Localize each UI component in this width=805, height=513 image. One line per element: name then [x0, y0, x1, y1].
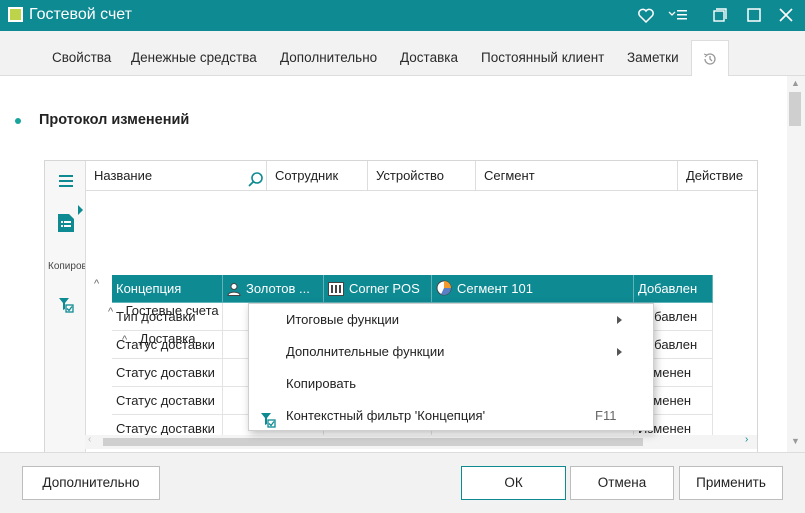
vertical-scrollbar[interactable]: ▲ ▼ [787, 76, 805, 452]
more-button[interactable]: Дополнительно [22, 466, 160, 500]
title-bar: Гостевой счет [0, 0, 805, 31]
tab-history[interactable] [691, 40, 729, 77]
submenu-arrow-icon [617, 348, 622, 356]
horizontal-scroll-thumb[interactable] [103, 438, 643, 446]
context-menu: Итоговые функции Дополнительные функции … [248, 303, 654, 431]
scroll-up-icon[interactable]: ▲ [791, 78, 800, 88]
column-header-name[interactable]: Название [86, 161, 267, 191]
submenu-arrow-icon [617, 316, 622, 324]
tab-properties[interactable]: Свойства [52, 31, 111, 76]
menu-list-icon[interactable] [667, 4, 689, 26]
sidebar-expand-arrow[interactable] [78, 205, 83, 215]
tab-additional[interactable]: Дополнительно [280, 31, 377, 76]
sidebar-copy-label[interactable]: Копировать [48, 261, 85, 272]
menu-shortcut: F11 [595, 408, 617, 423]
apply-button[interactable]: Применить [679, 466, 783, 500]
section-bullet [15, 118, 21, 124]
column-header-action[interactable]: Действие [678, 161, 757, 191]
hamburger-icon[interactable] [45, 175, 86, 187]
table-row[interactable]: Концепция Золотов ... Corner POS Сегмент… [112, 275, 713, 303]
document-list-icon[interactable] [45, 213, 86, 233]
tab-bar: Свойства Денежные средства Дополнительно… [0, 31, 805, 77]
ok-button[interactable]: ОК [461, 466, 566, 500]
section-title: Протокол изменений [39, 112, 190, 128]
tab-notes[interactable]: Заметки [627, 31, 679, 76]
menu-item-additional-functions[interactable]: Дополнительные функции [249, 336, 653, 368]
tab-loyal-customer[interactable]: Постоянный клиент [481, 31, 604, 76]
cancel-button[interactable]: Отмена [570, 466, 674, 500]
close-icon[interactable] [775, 4, 797, 26]
dialog-footer: Дополнительно ОК Отмена Применить [0, 452, 805, 513]
collapse-caret-icon[interactable]: ^ [94, 270, 108, 298]
menu-item-context-filter[interactable]: Контекстный фильтр 'Концепция' F11 [249, 400, 653, 432]
grid-sidebar: Копировать [45, 161, 86, 452]
search-icon[interactable] [248, 168, 264, 198]
column-header-device[interactable]: Устройство [368, 161, 476, 191]
filter-check-icon[interactable] [45, 297, 86, 313]
window-title: Гостевой счет [29, 6, 132, 23]
horizontal-scrollbar[interactable]: ‹ › [85, 434, 757, 449]
menu-item-copy[interactable]: Копировать [249, 368, 653, 400]
user-icon [227, 283, 241, 296]
app-icon [8, 7, 23, 22]
menu-item-summary-functions[interactable]: Итоговые функции [249, 304, 653, 336]
segment-pie-icon [436, 280, 452, 296]
tab-money[interactable]: Денежные средства [131, 31, 257, 76]
scroll-down-icon[interactable]: ▼ [791, 436, 800, 446]
vertical-scroll-thumb[interactable] [789, 92, 801, 126]
restore-icon[interactable] [709, 4, 731, 26]
pos-device-icon [328, 282, 344, 296]
history-icon [703, 53, 716, 65]
maximize-icon[interactable] [743, 4, 765, 26]
scroll-left-icon[interactable]: ‹ [88, 434, 91, 445]
scroll-right-icon[interactable]: › [745, 434, 748, 445]
tab-delivery[interactable]: Доставка [400, 31, 458, 76]
favorite-icon[interactable] [635, 4, 657, 26]
column-header-segment[interactable]: Сегмент [476, 161, 678, 191]
filter-check-icon [260, 408, 276, 440]
column-header-employee[interactable]: Сотрудник [267, 161, 368, 191]
